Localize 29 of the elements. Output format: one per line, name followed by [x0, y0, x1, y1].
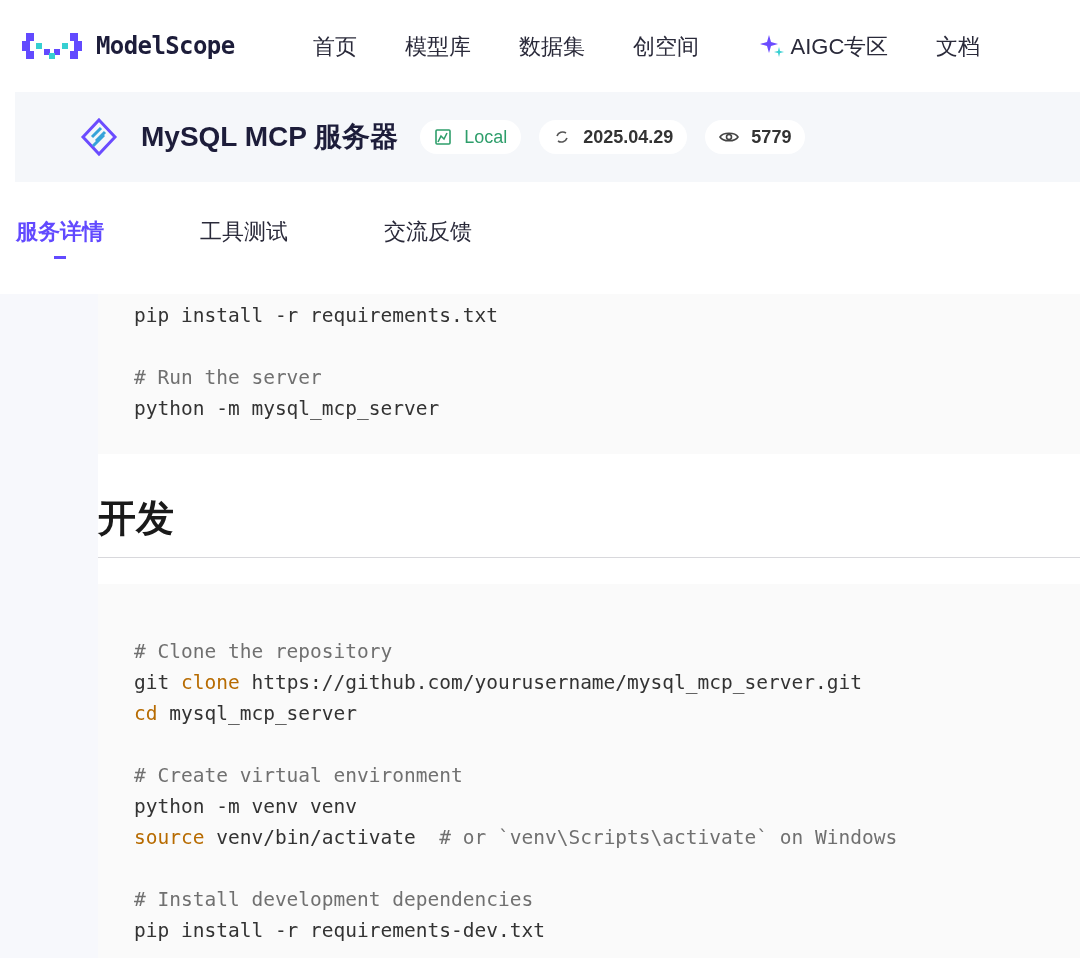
code-line: # Install development dependencies — [134, 887, 534, 913]
server-logo-icon — [79, 117, 119, 157]
tab[interactable]: 服务详情 — [16, 218, 104, 259]
info-badge: 2025.04.29 — [539, 120, 688, 154]
brand-name[interactable]: ModelScope — [96, 28, 235, 64]
tab[interactable]: 工具测试 — [200, 218, 288, 259]
nav-link[interactable]: 文档 — [936, 29, 981, 63]
code-line: source venv/bin/activate # or `venv\Scripts\activate` on Windows — [134, 825, 898, 851]
code-line: python -m venv venv — [134, 794, 358, 820]
server-title: MySQL MCP 服务器 — [141, 120, 399, 154]
code-line: # Clone the repository — [134, 639, 393, 665]
code-line: # Run the server — [134, 365, 322, 391]
nav-link[interactable]: 模型库 — [404, 29, 471, 63]
section-heading: 开发 — [98, 490, 1080, 558]
code-line: pip install -r requirements.txt — [134, 303, 498, 329]
info-badge: Local — [420, 120, 522, 154]
code-line: python -m mysql_mcp_server — [134, 396, 440, 422]
nav-link[interactable]: 首页 — [312, 29, 357, 63]
code-line: # Create virtual environment — [134, 763, 463, 789]
nav-link[interactable]: 创空间 — [632, 29, 699, 63]
nav-link[interactable]: 数据集 — [518, 29, 585, 63]
chart-icon — [434, 128, 453, 146]
code-line: git clone https://github.com/yourusername/mysql_mcp_server.git — [134, 670, 862, 696]
tab[interactable]: 交流反馈 — [384, 218, 472, 259]
info-badge: 5779 — [705, 120, 806, 154]
code-line: cd mysql_mcp_server — [134, 701, 358, 727]
code-line: pip install -r requirements-dev.txt — [134, 918, 545, 944]
nav-link[interactable]: AIGC专区 — [758, 29, 889, 63]
eye-icon — [719, 129, 740, 145]
